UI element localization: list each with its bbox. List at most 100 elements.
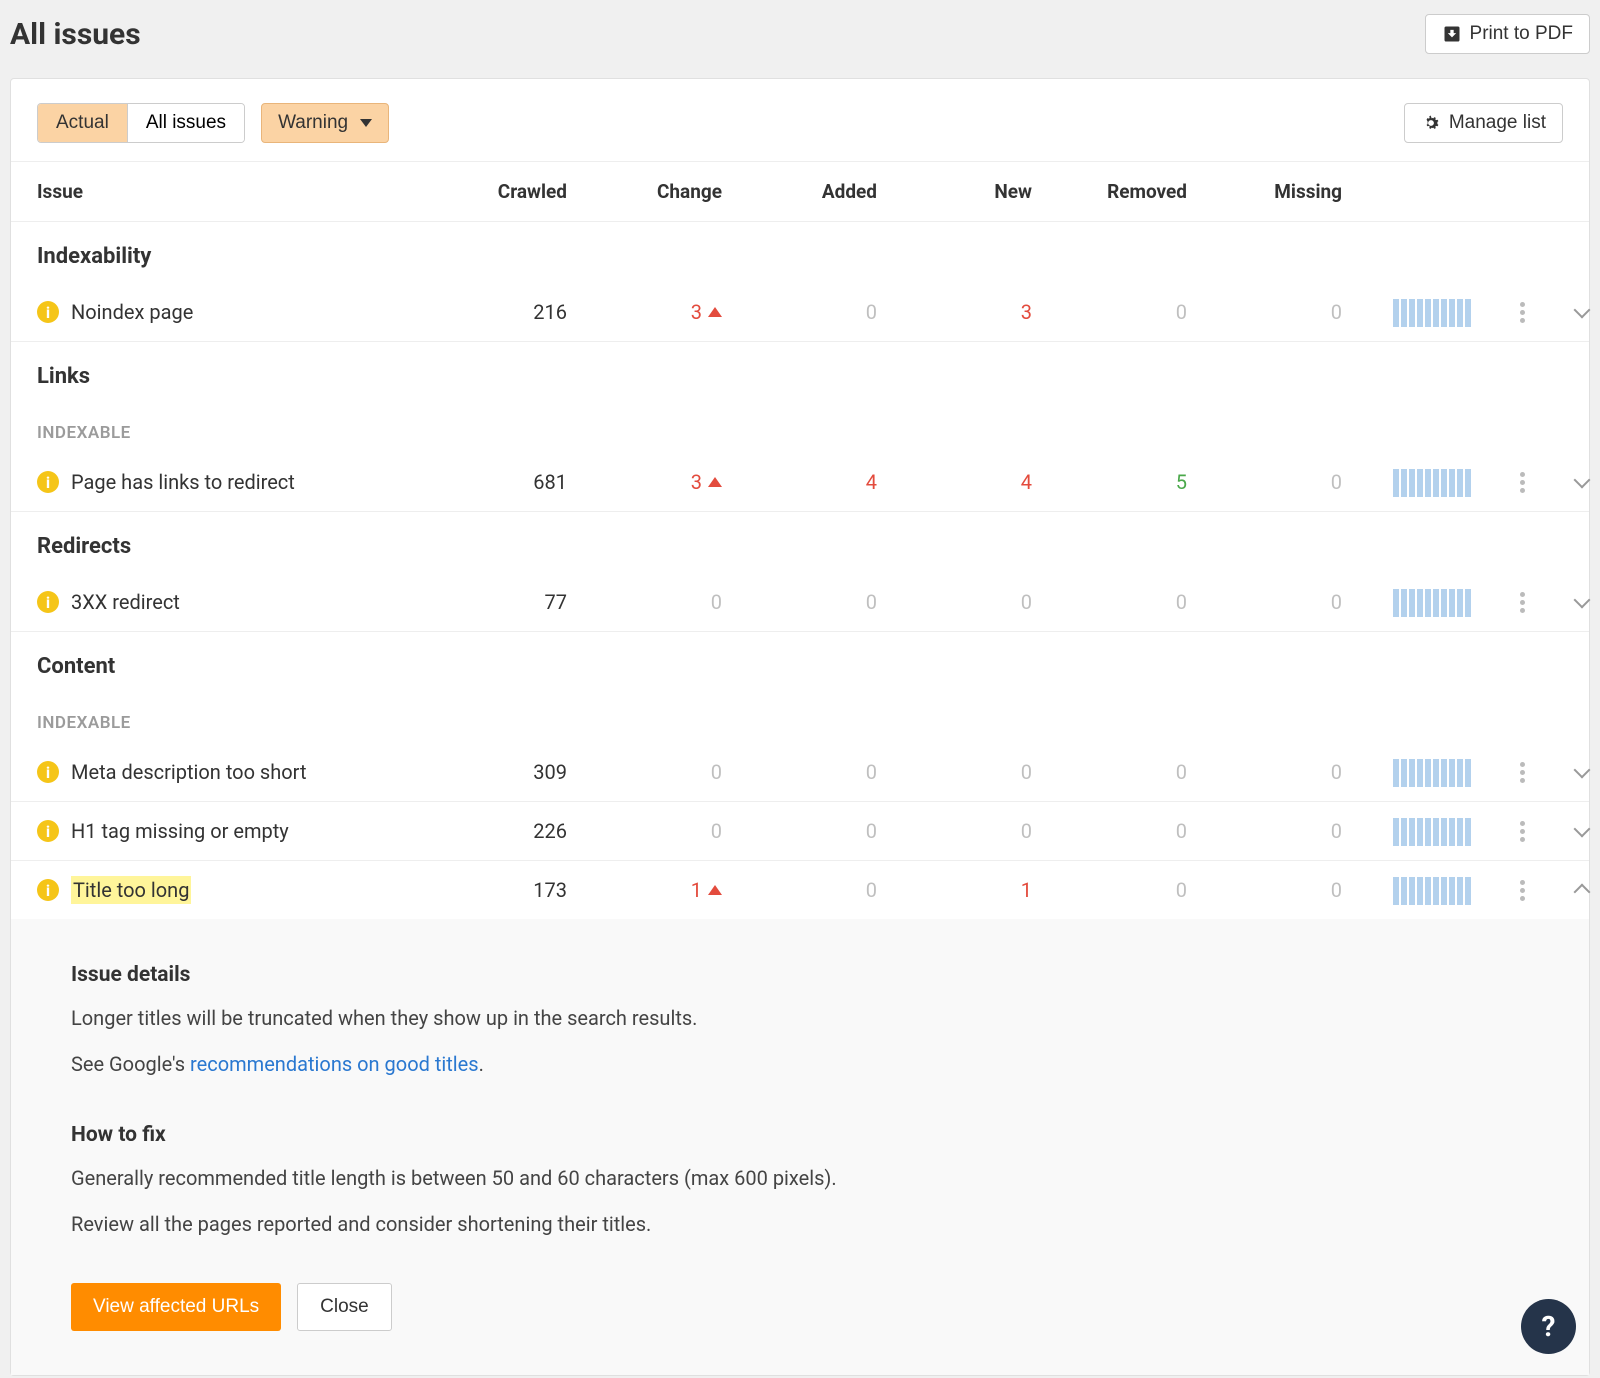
help-button[interactable]: ?: [1521, 1299, 1576, 1354]
issues-panel: Actual All issues Warning Manage list Is…: [10, 78, 1590, 1376]
pdf-download-icon: [1442, 24, 1462, 44]
sparkline: [1393, 467, 1471, 497]
cell-added: 0: [752, 878, 907, 902]
print-pdf-label: Print to PDF: [1470, 23, 1573, 45]
section-content: Content: [11, 632, 1589, 693]
cell-removed: 0: [1062, 590, 1217, 614]
dots-vertical-icon: [1520, 592, 1525, 613]
issue-name[interactable]: 3XX redirect: [71, 590, 180, 614]
close-button[interactable]: Close: [297, 1283, 392, 1331]
cell-added: 0: [752, 590, 907, 614]
cell-crawled: 309: [467, 760, 597, 784]
manage-list-button[interactable]: Manage list: [1404, 103, 1563, 143]
details-text-link-line: See Google's recommendations on good tit…: [71, 1049, 1529, 1079]
warning-icon: i: [37, 301, 59, 323]
issue-name[interactable]: Noindex page: [71, 300, 193, 324]
table-row: i 3XX redirect 77 0 0 0 0 0: [11, 573, 1589, 632]
cell-change: 3: [691, 300, 702, 324]
details-text-post: .: [479, 1052, 484, 1076]
row-menu-button[interactable]: [1492, 762, 1552, 783]
cell-added: 0: [752, 819, 907, 843]
expand-row-button[interactable]: [1552, 598, 1600, 606]
page-title: All issues: [10, 17, 141, 52]
cell-change: 1: [691, 878, 702, 902]
view-toggle: Actual All issues: [37, 103, 245, 143]
cell-crawled: 216: [467, 300, 597, 324]
cell-crawled: 681: [467, 470, 597, 494]
dots-vertical-icon: [1520, 821, 1525, 842]
row-menu-button[interactable]: [1492, 880, 1552, 901]
dots-vertical-icon: [1520, 880, 1525, 901]
up-arrow-icon: [708, 885, 722, 895]
issue-name[interactable]: Meta description too short: [71, 760, 307, 784]
manage-list-label: Manage list: [1449, 112, 1546, 134]
cell-new: 4: [907, 470, 1062, 494]
row-menu-button[interactable]: [1492, 592, 1552, 613]
chevron-down-icon: [1574, 592, 1591, 609]
expand-row-button[interactable]: [1552, 308, 1600, 316]
th-added[interactable]: Added: [752, 180, 907, 203]
table-row: i Title too long 173 1 0 1 0 0: [11, 861, 1589, 919]
sparkline: [1393, 816, 1471, 846]
severity-filter-label: Warning: [278, 112, 348, 134]
table-row: i Noindex page 216 3 0 3 0 0: [11, 283, 1589, 342]
th-removed[interactable]: Removed: [1062, 180, 1217, 203]
howtofix-text: Generally recommended title length is be…: [71, 1163, 1529, 1193]
gear-icon: [1421, 113, 1441, 133]
table-row: i Meta description too short 309 0 0 0 0…: [11, 743, 1589, 802]
cell-missing: 0: [1217, 300, 1372, 324]
sparkline: [1393, 757, 1471, 787]
th-new[interactable]: New: [907, 180, 1062, 203]
row-menu-button[interactable]: [1492, 821, 1552, 842]
severity-filter[interactable]: Warning: [261, 103, 389, 143]
row-menu-button[interactable]: [1492, 472, 1552, 493]
issue-name[interactable]: H1 tag missing or empty: [71, 819, 289, 843]
tab-all-issues[interactable]: All issues: [127, 104, 244, 142]
warning-icon: i: [37, 879, 59, 901]
cell-missing: 0: [1217, 878, 1372, 902]
expand-row-button[interactable]: [1552, 827, 1600, 835]
expand-row-button[interactable]: [1552, 478, 1600, 486]
sub-section-indexable: INDEXABLE: [11, 403, 1589, 453]
cell-new: 0: [907, 760, 1062, 784]
th-issue[interactable]: Issue: [37, 180, 467, 203]
dots-vertical-icon: [1520, 302, 1525, 323]
chevron-down-icon: [1574, 472, 1591, 489]
sparkline: [1393, 297, 1471, 327]
dots-vertical-icon: [1520, 762, 1525, 783]
question-icon: ?: [1542, 1310, 1556, 1343]
details-text: Longer titles will be truncated when the…: [71, 1003, 1529, 1033]
sparkline: [1393, 875, 1471, 905]
recommendations-link[interactable]: recommendations on good titles: [190, 1052, 479, 1076]
cell-missing: 0: [1217, 760, 1372, 784]
print-pdf-button[interactable]: Print to PDF: [1425, 14, 1590, 54]
cell-missing: 0: [1217, 590, 1372, 614]
cell-added: 4: [752, 470, 907, 494]
tab-actual[interactable]: Actual: [38, 104, 127, 142]
collapse-row-button[interactable]: [1552, 882, 1600, 898]
expand-row-button[interactable]: [1552, 768, 1600, 776]
chevron-up-icon: [1574, 884, 1591, 901]
warning-icon: i: [37, 820, 59, 842]
th-change[interactable]: Change: [597, 180, 752, 203]
details-text-pre: See Google's: [71, 1052, 190, 1076]
issue-name[interactable]: Title too long: [71, 876, 191, 904]
details-heading: Issue details: [71, 963, 1529, 987]
cell-new: 0: [907, 590, 1062, 614]
cell-crawled: 226: [467, 819, 597, 843]
th-missing[interactable]: Missing: [1217, 180, 1372, 203]
th-crawled[interactable]: Crawled: [467, 180, 597, 203]
up-arrow-icon: [708, 477, 722, 487]
cell-new: 0: [907, 819, 1062, 843]
cell-removed: 0: [1062, 819, 1217, 843]
issue-name[interactable]: Page has links to redirect: [71, 470, 295, 494]
howtofix-heading: How to fix: [71, 1123, 1529, 1147]
issue-details-panel: Issue details Longer titles will be trun…: [11, 919, 1589, 1375]
cell-missing: 0: [1217, 470, 1372, 494]
row-menu-button[interactable]: [1492, 302, 1552, 323]
cell-change: 0: [597, 760, 752, 784]
cell-added: 0: [752, 760, 907, 784]
section-indexability: Indexability: [11, 222, 1589, 283]
howtofix-text2: Review all the pages reported and consid…: [71, 1209, 1529, 1239]
view-affected-urls-button[interactable]: View affected URLs: [71, 1283, 281, 1331]
